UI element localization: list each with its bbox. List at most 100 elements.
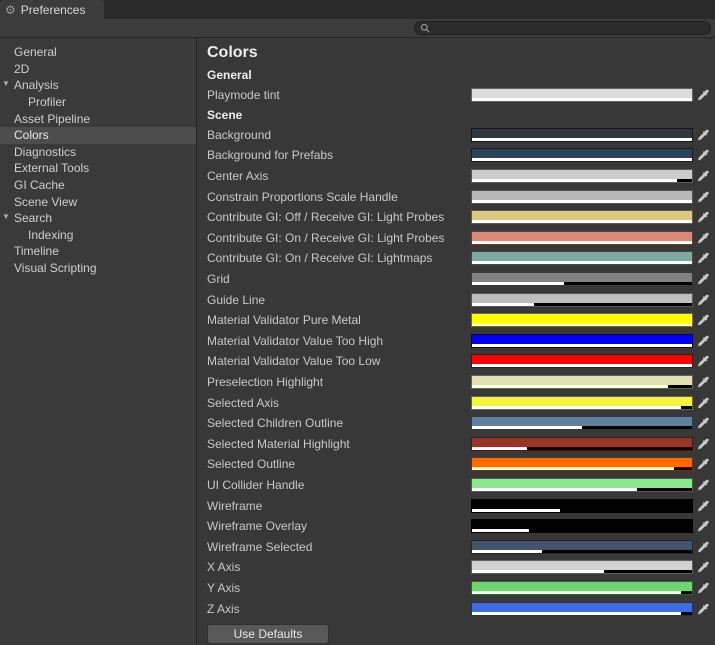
eyedropper-button[interactable] bbox=[693, 559, 711, 575]
color-row-wireframe-selected: Wireframe Selected bbox=[207, 536, 711, 557]
alpha-bar bbox=[472, 241, 692, 244]
eyedropper-button[interactable] bbox=[693, 498, 711, 514]
tab-title: Preferences bbox=[21, 3, 86, 17]
eyedropper-button[interactable] bbox=[693, 127, 711, 143]
sidebar-item-search[interactable]: ▼ Search bbox=[0, 210, 196, 227]
sidebar-item-general[interactable]: General bbox=[0, 44, 196, 61]
alpha-bar bbox=[472, 529, 692, 532]
sidebar-item-analysis[interactable]: ▼Analysis bbox=[0, 77, 196, 94]
sidebar-item-visual-scripting[interactable]: Visual Scripting bbox=[0, 260, 196, 277]
sidebar-item-asset-pipeline[interactable]: Asset Pipeline bbox=[0, 110, 196, 127]
sidebar-item-label: Colors bbox=[14, 128, 49, 142]
color-swatch[interactable] bbox=[471, 251, 693, 265]
color-swatch[interactable] bbox=[471, 581, 693, 595]
search-box[interactable] bbox=[414, 21, 711, 35]
eyedropper-button[interactable] bbox=[693, 312, 711, 328]
eyedropper-button[interactable] bbox=[693, 436, 711, 452]
sidebar-item-diagnostics[interactable]: Diagnostics bbox=[0, 144, 196, 161]
expander-arrow-icon[interactable]: ▼ bbox=[2, 213, 10, 221]
eyedropper-button[interactable] bbox=[693, 250, 711, 266]
color-swatch[interactable] bbox=[471, 499, 693, 513]
sidebar-item-colors[interactable]: Colors bbox=[0, 127, 196, 144]
eyedropper-button[interactable] bbox=[693, 168, 711, 184]
alpha-bar bbox=[472, 158, 692, 161]
use-defaults-button[interactable]: Use Defaults bbox=[207, 624, 329, 644]
color-swatch[interactable] bbox=[471, 396, 693, 410]
eyedropper-button[interactable] bbox=[693, 477, 711, 493]
eyedropper-button[interactable] bbox=[693, 456, 711, 472]
color-row-selected-axis: Selected Axis bbox=[207, 392, 711, 413]
color-row-material-validator-pure-metal: Material Validator Pure Metal bbox=[207, 310, 711, 331]
eyedropper-button[interactable] bbox=[693, 601, 711, 617]
sidebar-item-gi-cache[interactable]: GI Cache bbox=[0, 177, 196, 194]
eyedropper-button[interactable] bbox=[693, 189, 711, 205]
color-swatch[interactable] bbox=[471, 313, 693, 327]
color-row-z-axis: Z Axis bbox=[207, 598, 711, 619]
eyedropper-button[interactable] bbox=[693, 271, 711, 287]
color-swatch[interactable] bbox=[471, 128, 693, 142]
color-swatch[interactable] bbox=[471, 478, 693, 492]
eyedropper-button[interactable] bbox=[693, 87, 711, 103]
sidebar-item-profiler[interactable]: Profiler bbox=[0, 94, 196, 111]
eyedropper-button[interactable] bbox=[693, 292, 711, 308]
color-setting-label: Material Validator Pure Metal bbox=[207, 313, 471, 327]
color-row-playmode-tint: Playmode tint bbox=[207, 85, 711, 106]
eyedropper-button[interactable] bbox=[693, 209, 711, 225]
alpha-bar bbox=[472, 138, 692, 141]
sidebar-item-label: External Tools bbox=[14, 161, 89, 175]
search-input[interactable] bbox=[435, 22, 704, 34]
eyedropper-button[interactable] bbox=[693, 353, 711, 369]
sidebar-item-label: Scene View bbox=[14, 195, 77, 209]
color-swatch[interactable] bbox=[471, 231, 693, 245]
color-swatch[interactable] bbox=[471, 190, 693, 204]
eyedropper-button[interactable] bbox=[693, 415, 711, 431]
color-swatch[interactable] bbox=[471, 272, 693, 286]
eyedropper-button[interactable] bbox=[693, 147, 711, 163]
sidebar-item-timeline[interactable]: Timeline bbox=[0, 243, 196, 260]
sidebar: General 2D▼AnalysisProfilerAsset Pipeline… bbox=[0, 38, 197, 645]
expander-arrow-icon[interactable]: ▼ bbox=[2, 80, 10, 88]
sidebar-item-2d[interactable]: 2D bbox=[0, 61, 196, 78]
color-swatch[interactable] bbox=[471, 375, 693, 389]
color-setting-label: Constrain Proportions Scale Handle bbox=[207, 190, 471, 204]
settings-panel: Colors GeneralPlaymode tintSceneBackgrou… bbox=[197, 38, 715, 645]
eyedropper-button[interactable] bbox=[693, 230, 711, 246]
eyedropper-button[interactable] bbox=[693, 539, 711, 555]
sidebar-item-label: Asset Pipeline bbox=[14, 112, 90, 126]
eyedropper-button[interactable] bbox=[693, 395, 711, 411]
color-row-selected-material-highlight: Selected Material Highlight bbox=[207, 434, 711, 455]
color-swatch[interactable] bbox=[471, 354, 693, 368]
color-row-background-for-prefabs: Background for Prefabs bbox=[207, 145, 711, 166]
color-swatch[interactable] bbox=[471, 457, 693, 471]
color-swatch[interactable] bbox=[471, 540, 693, 554]
alpha-bar bbox=[472, 303, 692, 306]
toolbar bbox=[0, 19, 715, 38]
alpha-bar bbox=[472, 467, 692, 470]
color-swatch[interactable] bbox=[471, 334, 693, 348]
eyedropper-button[interactable] bbox=[693, 374, 711, 390]
color-swatch[interactable] bbox=[471, 148, 693, 162]
section-heading-scene: Scene bbox=[207, 106, 711, 125]
sidebar-item-external-tools[interactable]: External Tools bbox=[0, 160, 196, 177]
sidebar-item-label: Search bbox=[14, 211, 52, 225]
color-swatch[interactable] bbox=[471, 169, 693, 183]
color-row-preselection-highlight: Preselection Highlight bbox=[207, 372, 711, 393]
eyedropper-button[interactable] bbox=[693, 518, 711, 534]
sidebar-item-scene-view[interactable]: Scene View bbox=[0, 193, 196, 210]
color-swatch[interactable] bbox=[471, 602, 693, 616]
color-swatch[interactable] bbox=[471, 416, 693, 430]
eyedropper-button[interactable] bbox=[693, 580, 711, 596]
color-swatch[interactable] bbox=[471, 519, 693, 533]
eyedropper-button[interactable] bbox=[693, 333, 711, 349]
alpha-bar bbox=[472, 364, 692, 367]
tab-preferences[interactable]: ⚙ Preferences bbox=[0, 0, 104, 19]
section-heading-general: General bbox=[207, 66, 711, 85]
sidebar-item-label: General bbox=[14, 45, 57, 59]
color-swatch[interactable] bbox=[471, 437, 693, 451]
sidebar-item-indexing[interactable]: Indexing bbox=[0, 227, 196, 244]
color-swatch[interactable] bbox=[471, 560, 693, 574]
window-body: General 2D▼AnalysisProfilerAsset Pipeline… bbox=[0, 38, 715, 645]
color-swatch[interactable] bbox=[471, 88, 693, 102]
color-swatch[interactable] bbox=[471, 293, 693, 307]
color-swatch[interactable] bbox=[471, 210, 693, 224]
